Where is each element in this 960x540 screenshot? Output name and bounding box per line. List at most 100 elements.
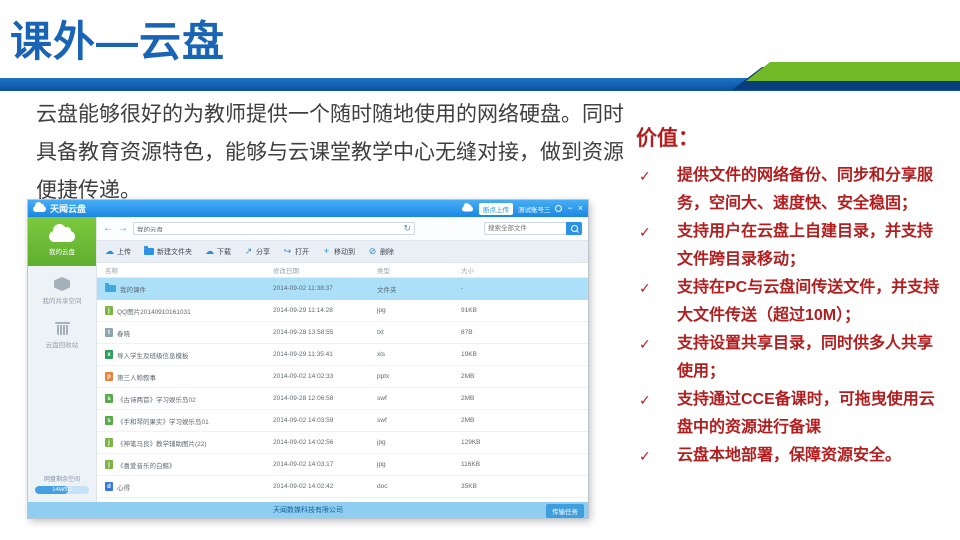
sidebar-item-cloud[interactable]: 我的云盘 (28, 217, 96, 266)
search-icon (570, 225, 578, 232)
file-type: jpg (377, 461, 386, 468)
file-name: 《手和琴的果实》学习娱乐岛01 (117, 418, 209, 426)
file-type-icon: j (105, 438, 113, 447)
file-size: 2MB (461, 373, 475, 380)
sidebar-item-cube[interactable]: 我的共享空间 (28, 266, 96, 311)
table-row[interactable]: d 心得 2014-09-02 14:02:42 doc 35KB (97, 476, 588, 498)
toolbar-button-share[interactable]: ↗ 分享 (244, 247, 270, 257)
toolbar-button-label: 下载 (217, 248, 231, 256)
file-size: 129KB (461, 439, 481, 446)
value-item: ✓ 云盘本地部署，保障资源安全。 (636, 442, 948, 470)
download-cloud-icon: ☁ (205, 246, 214, 256)
cube-icon (54, 277, 70, 291)
file-size: - (461, 285, 464, 292)
file-name: 导入学生及班级信息模板 (117, 352, 189, 360)
upload-cloud-icon: ☁ (105, 246, 114, 256)
file-type-icon: j (105, 306, 113, 315)
intro-paragraph: 云盘能够很好的为教师提供一个随时随地使用的网络硬盘。同时具备教育资源特色，能够与… (36, 103, 624, 202)
open-icon: ↪ (283, 246, 292, 256)
check-icon: ✓ (639, 392, 651, 408)
toolbar-button-open[interactable]: ↪ 打开 (283, 247, 309, 257)
value-item: ✓ 支持设置共享目录，同时供多人共享使用； (636, 330, 948, 386)
storage-label: 网盘剩余空间 (43, 477, 80, 483)
file-name: 我的课件 (120, 286, 146, 294)
resume-upload-button[interactable]: 断点上传 (478, 202, 513, 215)
new-folder-icon (144, 246, 154, 255)
column-header[interactable]: 类型 (377, 265, 461, 275)
column-header[interactable]: 名称 (105, 265, 273, 275)
storage-indicator: 网盘剩余空间 14M/5G (35, 474, 89, 494)
toolbar-button-download-cloud[interactable]: ☁ 下载 (205, 247, 231, 257)
search-input[interactable] (484, 222, 566, 235)
file-size: 35KB (461, 483, 477, 490)
table-row[interactable]: x 导入学生及班级信息模板 2014-09-29 11:35:41 xls 19… (97, 344, 588, 366)
table-row[interactable]: p 第三人称叙事 2014-09-02 14:02:33 pptx 2MB (97, 366, 588, 388)
file-size: 116KB (461, 461, 481, 468)
toolbar-button-move[interactable]: + 移动到 (322, 247, 355, 257)
file-type: xls (377, 351, 385, 358)
file-date: 2014-09-29 11:35:41 (273, 351, 333, 358)
toolbar-button-label: 新建文件夹 (157, 248, 192, 256)
file-type-icon: p (105, 372, 113, 381)
trash-icon (54, 322, 70, 335)
file-date: 2014-09-02 14:03:59 (273, 417, 334, 424)
file-type: swf (377, 417, 387, 424)
table-row[interactable]: j 《喜爱音乐的白鲸》 2014-09-02 14:03:17 jpg 116K… (97, 454, 588, 476)
value-heading: 价值： (636, 127, 699, 150)
value-item: ✓ 提供文件的网络备份、同步和分享服务，空间大、速度快、安全稳固； (636, 162, 948, 218)
column-header[interactable]: 修改日期 (273, 265, 377, 275)
table-row[interactable]: 我的课件 2014-09-02 11:38:37 文件夹 - (97, 278, 588, 300)
table-row[interactable]: j QQ图片20140910161031 2014-09-29 11:14:28… (97, 300, 588, 322)
toolbar-button-new-folder[interactable]: 新建文件夹 (144, 246, 192, 257)
file-type: doc (377, 483, 388, 490)
toolbar-button-upload-cloud[interactable]: ☁ 上传 (105, 247, 131, 257)
refresh-icon[interactable]: ↻ (403, 224, 411, 233)
move-icon: + (323, 246, 330, 256)
file-date: 2014-09-02 14:02:56 (273, 439, 334, 446)
cloud-icon (49, 224, 75, 242)
value-item: ✓ 支持用户在云盘上自建目录，并支持文件跨目录移动； (636, 218, 948, 274)
transfer-tasks-button[interactable]: 传输任务 (546, 504, 584, 518)
file-type-icon: j (105, 460, 113, 469)
search-button[interactable] (566, 222, 582, 235)
file-size: 2MB (461, 395, 475, 402)
window-titlebar[interactable]: 天闻云盘 断点上传 测试账号三 − × (28, 200, 588, 217)
value-list: ✓ 提供文件的网络备份、同步和分享服务，空间大、速度快、安全稳固； ✓ 支持用户… (636, 162, 948, 470)
table-row[interactable]: s 《手和琴的果实》学习娱乐岛01 2014-09-02 14:03:59 sw… (97, 410, 588, 432)
column-header[interactable]: 大小 (461, 265, 588, 275)
path-input[interactable] (137, 225, 404, 232)
sidebar-item-label: 云盘回收站 (45, 342, 79, 349)
company-name: 天闻数媒科技有限公司 (273, 507, 343, 514)
storage-progress-bar: 14M/5G (35, 486, 89, 494)
file-type-icon: s (105, 416, 113, 425)
file-name: QQ图片20140910161031 (117, 308, 191, 316)
toolbar-button-delete[interactable]: ⊘ 删除 (368, 247, 394, 257)
forward-arrow-icon[interactable]: → (118, 223, 128, 234)
back-arrow-icon[interactable]: ← (103, 223, 113, 234)
file-type: 文件夹 (377, 286, 397, 294)
sidebar-item-trash[interactable]: 云盘回收站 (28, 311, 96, 355)
minimize-button[interactable]: − (567, 204, 572, 213)
check-icon: ✓ (639, 168, 651, 184)
storage-value: 14M/5G (52, 487, 72, 493)
file-name: 第三人称叙事 (117, 374, 156, 382)
settings-gear-icon[interactable] (555, 205, 563, 212)
table-row[interactable]: s 《古诗两首》学习娱乐岛02 2014-09-28 12:06:58 swf … (97, 388, 588, 410)
close-button[interactable]: × (578, 204, 583, 213)
file-name: 《古诗两首》学习娱乐岛02 (117, 396, 196, 404)
toolbar-button-label: 删除 (380, 248, 394, 256)
path-box[interactable]: ↻ (133, 222, 415, 235)
value-item-text: 支持用户在云盘上自建目录，并支持文件跨目录移动； (677, 223, 934, 268)
table-row[interactable]: j 《神笔马良》教学辅助图片(22) 2014-09-02 14:02:56 j… (97, 432, 588, 454)
file-date: 2014-09-02 11:38:37 (273, 285, 333, 292)
file-size: 91KB (461, 307, 477, 314)
file-type-icon: d (105, 482, 113, 491)
account-name[interactable]: 测试账号三 (518, 204, 551, 214)
toolbar-button-label: 分享 (256, 248, 270, 256)
app-name: 天闻云盘 (50, 204, 87, 214)
table-row[interactable]: t 春晓 2014-09-28 13:58:55 txt 87B (97, 322, 588, 344)
file-type: jpg (377, 439, 386, 446)
value-item-text: 支持通过CCE备课时，可拖曳使用云盘中的资源进行备课 (677, 391, 935, 436)
table-header: 名称 修改日期 类型 大小 (97, 263, 588, 278)
file-type: pptx (377, 373, 390, 380)
